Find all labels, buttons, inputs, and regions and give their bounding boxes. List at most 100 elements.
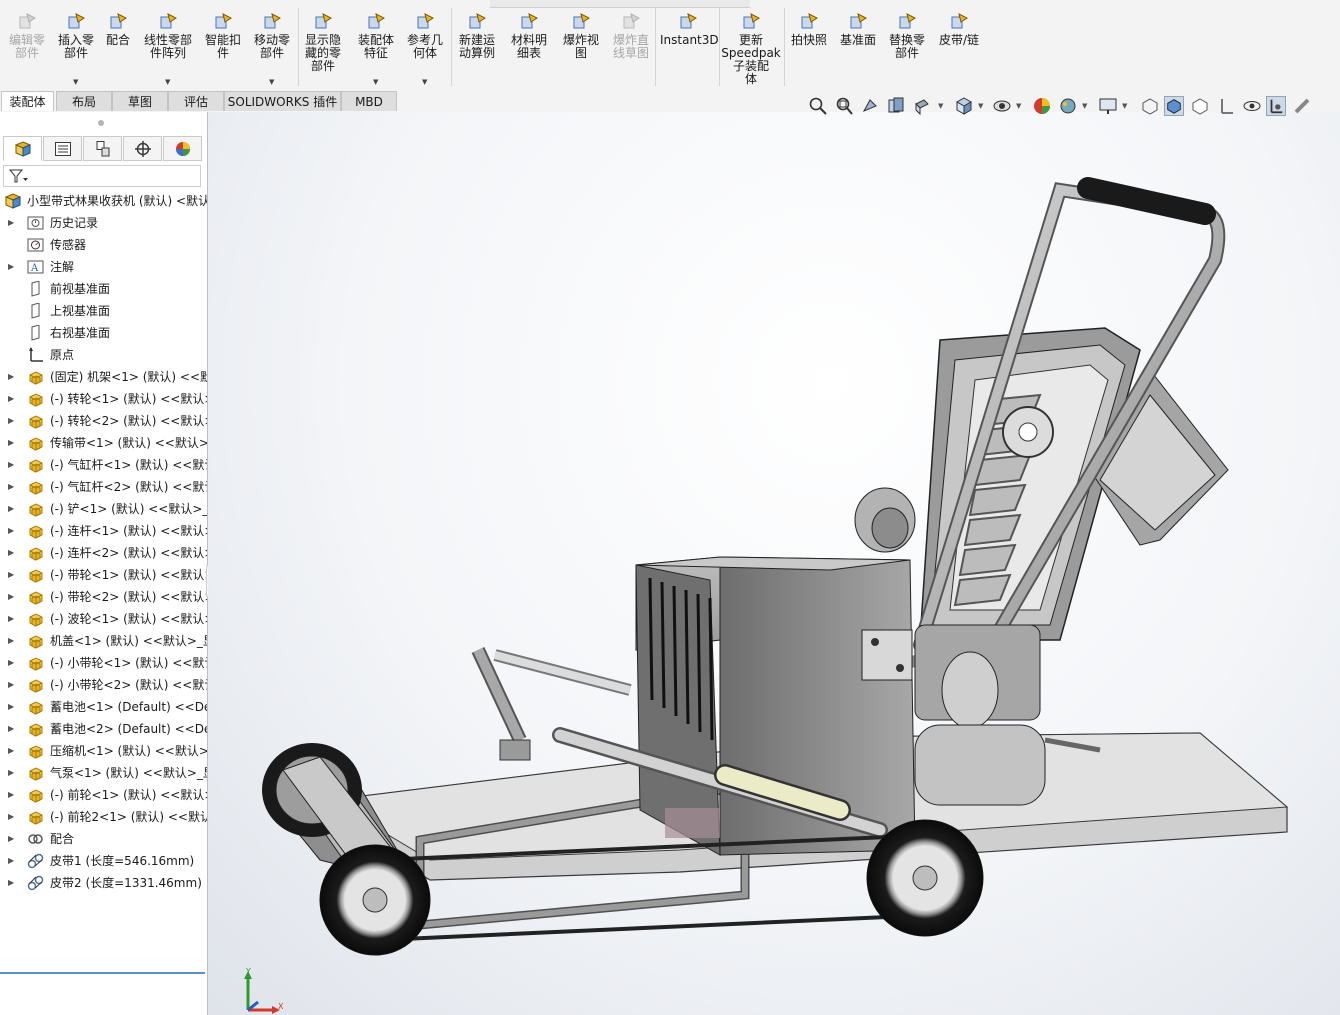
- exploded-view-button[interactable]: 爆炸视 图: [557, 6, 605, 86]
- tab-mbd[interactable]: MBD: [341, 91, 397, 111]
- tree-node[interactable]: 原点: [0, 344, 207, 366]
- tree-node[interactable]: ▶ (-) 前轮2<1> (默认) <<默认: [0, 806, 207, 828]
- tree-node[interactable]: ▶ 皮带2 (长度=1331.46mm): [0, 872, 207, 894]
- zoom-to-fit-icon[interactable]: [808, 96, 828, 116]
- expand-arrow-icon[interactable]: ▶: [8, 872, 16, 894]
- tab-layout[interactable]: 布局: [56, 91, 112, 111]
- monitor-icon[interactable]: [1098, 96, 1118, 116]
- expand-arrow-icon[interactable]: ▶: [8, 366, 16, 388]
- linear-pattern-button[interactable]: 线性零部 件阵列 ▼: [140, 6, 196, 86]
- insert-component-button[interactable]: 插入零 部件 ▼: [54, 6, 98, 86]
- display-style-icon[interactable]: [992, 96, 1012, 116]
- tree-node[interactable]: ▶ (-) 波轮<1> (默认) <<默认>: [0, 608, 207, 630]
- expand-arrow-icon[interactable]: ▶: [8, 476, 16, 498]
- motion-study-button[interactable]: 新建运 动算例: [454, 6, 500, 86]
- expand-arrow-icon[interactable]: ▶: [8, 784, 16, 806]
- tab-configuration-manager[interactable]: [83, 136, 122, 161]
- reference-geometry-button[interactable]: 参考几 何体 ▼: [402, 6, 448, 86]
- tab-feature-manager[interactable]: [3, 136, 42, 161]
- tree-node[interactable]: ▶ (-) 转轮<1> (默认) <<默认>: [0, 388, 207, 410]
- tree-node[interactable]: ▶ (-) 小带轮<2> (默认) <<默认: [0, 674, 207, 696]
- eye-icon[interactable]: [1242, 96, 1262, 116]
- tree-node[interactable]: ▶ (-) 铲<1> (默认) <<默认>_显: [0, 498, 207, 520]
- tree-node[interactable]: ▶ (-) 带轮<2> (默认) <<默认>: [0, 586, 207, 608]
- show-hidden-button[interactable]: 显示隐 藏的零 部件: [300, 6, 346, 86]
- move-component-button[interactable]: 移动零 部件 ▼: [249, 6, 295, 86]
- chevron-down-icon[interactable]: ▼: [1082, 102, 1087, 110]
- expand-arrow-icon[interactable]: ▶: [8, 410, 16, 432]
- explode-line-button[interactable]: 爆炸直 线草图: [607, 6, 655, 86]
- expand-arrow-icon[interactable]: ▶: [8, 674, 16, 696]
- tree-node[interactable]: ▶ (-) 带轮<1> (默认) <<默认>: [0, 564, 207, 586]
- tree-node[interactable]: ▶ 气泵<1> (默认) <<默认>_显: [0, 762, 207, 784]
- tree-node[interactable]: ▶ 机盖<1> (默认) <<默认>_显: [0, 630, 207, 652]
- chevron-down-icon[interactable]: ▼: [422, 76, 427, 89]
- panel-grip[interactable]: [98, 120, 104, 126]
- expand-arrow-icon[interactable]: ▶: [8, 542, 16, 564]
- speedpak-button[interactable]: 更新 Speedpak 子装配 体: [721, 6, 781, 86]
- expand-arrow-icon[interactable]: ▶: [8, 388, 16, 410]
- tree-node[interactable]: ▶ 历史记录: [0, 212, 207, 234]
- tab-display-manager[interactable]: [163, 136, 202, 161]
- tab-assembly[interactable]: 装配体: [1, 91, 54, 111]
- expand-arrow-icon[interactable]: ▶: [8, 806, 16, 828]
- tree-node[interactable]: ▶ (-) 转轮<2> (默认) <<默认>: [0, 410, 207, 432]
- bom-button[interactable]: 材料明 细表: [506, 6, 552, 86]
- pencil-icon[interactable]: [1292, 96, 1312, 116]
- expand-arrow-icon[interactable]: ▶: [8, 630, 16, 652]
- view-orientation-icon[interactable]: [954, 96, 974, 116]
- perspective-icon[interactable]: [1266, 96, 1286, 116]
- dynamic-annotation-icon[interactable]: [912, 96, 932, 116]
- instant3d-button[interactable]: Instant3D: [660, 6, 719, 86]
- previous-view-icon[interactable]: [860, 96, 880, 116]
- chevron-down-icon[interactable]: ▼: [938, 102, 943, 110]
- chevron-down-icon[interactable]: ▼: [165, 76, 170, 89]
- tree-node[interactable]: ▶ (-) 气缸杆<1> (默认) <<默认: [0, 454, 207, 476]
- tab-dimxpert-manager[interactable]: [123, 136, 162, 161]
- graphics-area[interactable]: [208, 112, 1340, 1015]
- replace-component-button[interactable]: 替换零 部件: [884, 6, 930, 86]
- smart-fastener-button[interactable]: 智能扣 件: [200, 6, 246, 86]
- shadows-icon[interactable]: [1216, 96, 1236, 116]
- scene-icon[interactable]: [1058, 96, 1078, 116]
- section-view-icon[interactable]: [886, 96, 906, 116]
- expand-arrow-icon[interactable]: ▶: [8, 498, 16, 520]
- chevron-down-icon[interactable]: ▼: [73, 76, 78, 89]
- tree-node[interactable]: ▶ (固定) 机架<1> (默认) <<默: [0, 366, 207, 388]
- wireframe-icon[interactable]: [1140, 96, 1160, 116]
- expand-arrow-icon[interactable]: ▶: [8, 432, 16, 454]
- expand-arrow-icon[interactable]: ▶: [8, 740, 16, 762]
- chevron-down-icon[interactable]: ▼: [269, 76, 274, 89]
- tree-node[interactable]: 上视基准面: [0, 300, 207, 322]
- expand-arrow-icon[interactable]: ▶: [8, 564, 16, 586]
- tree-root-assembly[interactable]: 小型带式林果收获机 (默认) <默认: [0, 190, 207, 212]
- edit-component-button[interactable]: 编辑零 部件: [6, 6, 48, 86]
- chevron-down-icon[interactable]: ▼: [373, 76, 378, 89]
- chevron-down-icon[interactable]: ▼: [978, 102, 983, 110]
- mate-button[interactable]: 配合: [103, 6, 133, 86]
- tree-node[interactable]: ▶ 蓄电池<2> (Default) <<Def: [0, 718, 207, 740]
- tree-node[interactable]: ▶ 配合: [0, 828, 207, 850]
- expand-arrow-icon[interactable]: ▶: [8, 586, 16, 608]
- tree-node[interactable]: ▶ 皮带1 (长度=546.16mm): [0, 850, 207, 872]
- tree-filter-bar[interactable]: [3, 165, 201, 187]
- expand-arrow-icon[interactable]: ▶: [8, 850, 16, 872]
- zoom-to-area-icon[interactable]: [834, 96, 854, 116]
- assembly-feature-button[interactable]: 装配体 特征 ▼: [352, 6, 400, 86]
- expand-arrow-icon[interactable]: ▶: [8, 828, 16, 850]
- tree-node[interactable]: ▶ (-) 连杆<1> (默认) <<默认>: [0, 520, 207, 542]
- tab-evaluate[interactable]: 评估: [168, 91, 224, 111]
- tree-node[interactable]: ▶ (-) 气缸杆<2> (默认) <<默认: [0, 476, 207, 498]
- belt-chain-button[interactable]: 皮带/链: [934, 6, 984, 86]
- hidden-lines-removed-icon[interactable]: [1190, 96, 1210, 116]
- tree-node[interactable]: ▶ (-) 前轮<1> (默认) <<默认>: [0, 784, 207, 806]
- expand-arrow-icon[interactable]: ▶: [8, 762, 16, 784]
- expand-arrow-icon[interactable]: ▶: [8, 520, 16, 542]
- camera-button[interactable]: 拍快照: [787, 6, 831, 86]
- expand-arrow-icon[interactable]: ▶: [8, 718, 16, 740]
- tab-solidworks-addins[interactable]: SOLIDWORKS 插件: [224, 91, 341, 111]
- expand-arrow-icon[interactable]: ▶: [8, 212, 16, 234]
- expand-arrow-icon[interactable]: ▶: [8, 652, 16, 674]
- plane-button[interactable]: 基准面: [836, 6, 880, 86]
- assembly-3d-model[interactable]: [208, 112, 1340, 1015]
